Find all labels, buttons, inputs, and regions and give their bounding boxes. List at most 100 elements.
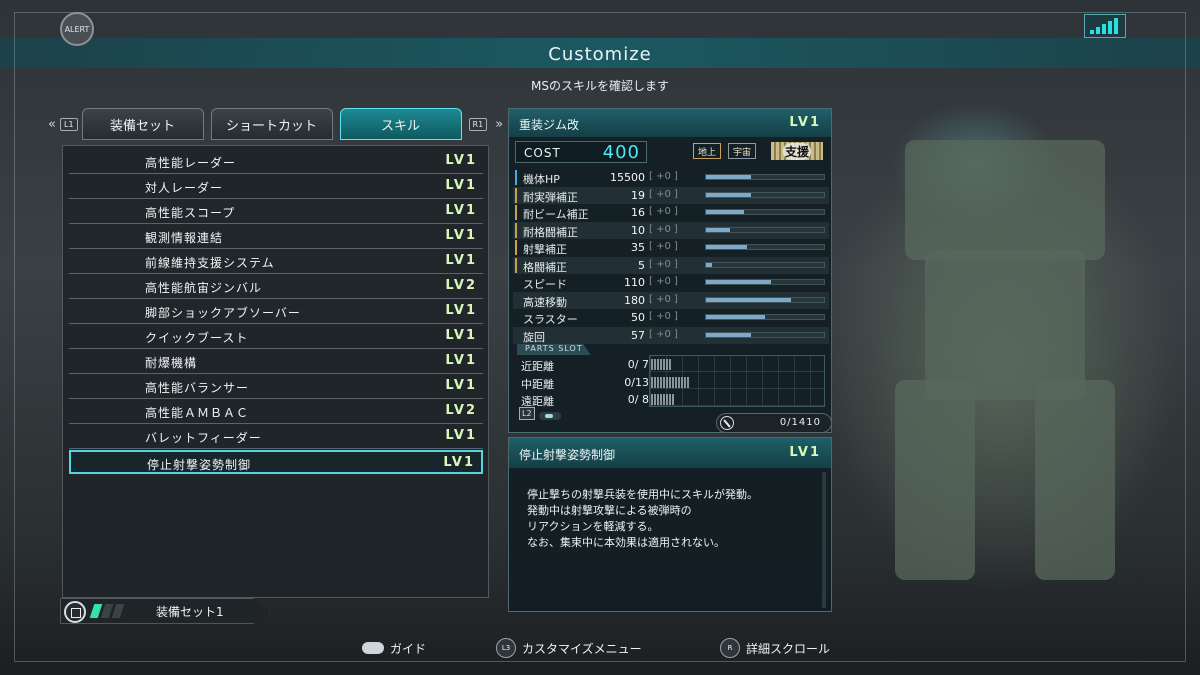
- stat-bar: [705, 296, 825, 303]
- skill-level: LV1: [445, 153, 477, 168]
- skill-row[interactable]: 前線維持支援システム LV1: [69, 250, 483, 274]
- skill-row[interactable]: 対人レーダー LV1: [69, 175, 483, 199]
- stat-bar-fill: [706, 175, 751, 179]
- stat-label: 格闘補正: [523, 260, 567, 274]
- l2-button-icon: L2: [519, 407, 535, 420]
- slot-cell: [657, 376, 659, 388]
- skill-row[interactable]: 高性能バランサー LV1: [69, 375, 483, 399]
- slot-cell: [651, 359, 653, 370]
- stat-row: 耐実弾補正 19 [ +0 ]: [513, 186, 829, 204]
- stat-bar-fill: [706, 332, 751, 337]
- alert-indicator: ALERT: [60, 12, 94, 46]
- stat-bar-fill: [706, 245, 748, 249]
- stat-value: 35: [631, 241, 645, 254]
- ms-header: 重装ジム改 LV1: [509, 109, 831, 137]
- slot-cell: [669, 394, 671, 405]
- chevron-left-icon[interactable]: «: [44, 117, 60, 132]
- stat-bar: [705, 261, 825, 268]
- stat-row: 耐格闘補正 10 [ +0 ]: [513, 221, 829, 239]
- skill-row[interactable]: 脚部ショックアブソーバー LV1: [69, 300, 483, 324]
- chevron-right-icon[interactable]: »: [491, 117, 507, 132]
- guide-label: ガイド: [390, 641, 427, 656]
- tab-bar: « L1 装備セット ショートカット スキル R1 »: [44, 108, 507, 140]
- skill-level: LV1: [445, 378, 477, 393]
- stat-bonus: [ +0 ]: [649, 276, 678, 287]
- skill-row[interactable]: クイックブースト LV1: [69, 325, 483, 349]
- equipment-set-gauge: [89, 604, 125, 618]
- skill-level: LV1: [443, 455, 475, 470]
- skill-row[interactable]: 観測情報連結 LV1: [69, 225, 483, 249]
- stat-row: 射撃補正 35 [ +0 ]: [513, 239, 829, 256]
- stat-label: スピード: [523, 278, 567, 291]
- slot-cell: [654, 359, 656, 370]
- stat-bonus: [ +0 ]: [649, 311, 678, 322]
- parts-slot-row: 遠距離 0/ 8: [515, 391, 829, 408]
- capacity-meter: 0/1410: [716, 413, 832, 433]
- slot-cell: [663, 376, 665, 388]
- skill-row[interactable]: 高性能レーダー LV1: [69, 150, 483, 174]
- stat-bar-fill: [706, 192, 751, 197]
- wrench-icon: [720, 416, 734, 430]
- skill-detail-level: LV1: [789, 445, 821, 460]
- stat-row: 耐ビーム補正 16[ +0 ]: [513, 204, 829, 221]
- stat-bonus: [ +0 ]: [649, 206, 678, 217]
- stat-value: 16: [631, 206, 645, 219]
- skill-level: LV1: [445, 353, 477, 368]
- stat-value: 15500: [610, 171, 645, 184]
- stat-bonus: [ +0 ]: [649, 188, 678, 200]
- footer-customize-menu[interactable]: L3 カスタマイズメニュー: [496, 638, 642, 658]
- description-scrollbar[interactable]: [822, 472, 826, 608]
- skill-name: 対人レーダー: [145, 181, 224, 195]
- stat-value: 180: [624, 293, 645, 307]
- stat-bar: [705, 209, 825, 215]
- stat-label: 耐格闘補正: [523, 225, 578, 239]
- stat-label: 射撃補正: [523, 243, 567, 256]
- footer-detail-scroll[interactable]: R 詳細スクロール: [720, 638, 830, 658]
- skill-name: 高性能レーダー: [145, 156, 237, 170]
- ms-level: LV1: [789, 115, 821, 130]
- slot-cell: [657, 359, 659, 370]
- slot-meter: [651, 394, 674, 405]
- customize-menu-label: カスタマイズメニュー: [522, 641, 642, 656]
- skill-row[interactable]: 高性能航宙ジンバル LV2: [69, 275, 483, 299]
- right-stick-icon: R: [720, 638, 740, 658]
- stat-bar-fill: [706, 227, 730, 232]
- skill-row[interactable]: 高性能スコープ LV1: [69, 200, 483, 224]
- l1-button-icon: L1: [60, 117, 78, 131]
- stat-bonus: [ +0 ]: [649, 223, 678, 235]
- tab-equipment-set[interactable]: 装備セット: [81, 108, 204, 140]
- skill-name: 高性能ＡＭＢＡＣ: [145, 406, 250, 420]
- stat-value: 50: [631, 311, 645, 324]
- stat-bar: [705, 174, 825, 180]
- stat-marker: [515, 187, 517, 203]
- r1-button-icon: R1: [468, 117, 488, 131]
- skill-name: 高性能バランサー: [145, 381, 250, 395]
- detail-scroll-label: 詳細スクロール: [746, 641, 831, 656]
- description-line: なお、集束中に本効果は適用されない。: [527, 536, 725, 549]
- stat-row: 旋回 57 [ +0 ]: [513, 326, 829, 344]
- slot-cell: [651, 394, 653, 405]
- stat-bonus: [ +0 ]: [649, 293, 678, 305]
- slot-cell: [672, 376, 674, 388]
- tab-shortcut[interactable]: ショートカット: [210, 108, 333, 140]
- slot-cell: [663, 359, 665, 370]
- skill-row[interactable]: 高性能ＡＭＢＡＣ LV2: [69, 400, 483, 424]
- stat-value: 57: [631, 328, 645, 342]
- skill-name: 高性能スコープ: [145, 206, 236, 220]
- ms-name: 重装ジム改: [519, 118, 580, 132]
- slot-cell: [681, 376, 683, 388]
- skill-level: LV1: [445, 328, 477, 343]
- skill-row[interactable]: 耐爆機構 LV1: [69, 350, 483, 374]
- stat-marker: [515, 222, 517, 238]
- footer-guide[interactable]: ガイド: [362, 638, 426, 658]
- skill-level: LV1: [445, 203, 477, 218]
- skill-row-selected[interactable]: 停止射撃姿勢制御 LV1: [69, 450, 483, 474]
- tab-skill[interactable]: スキル: [339, 108, 462, 140]
- stat-bar: [705, 314, 825, 320]
- stat-bonus: [ +0 ]: [649, 171, 678, 182]
- slot-cell: [669, 359, 671, 370]
- stat-marker: [515, 170, 517, 185]
- skill-row[interactable]: バレットフィーダー LV1: [69, 425, 483, 449]
- stat-bar: [705, 191, 825, 198]
- stat-bar-fill: [706, 210, 744, 214]
